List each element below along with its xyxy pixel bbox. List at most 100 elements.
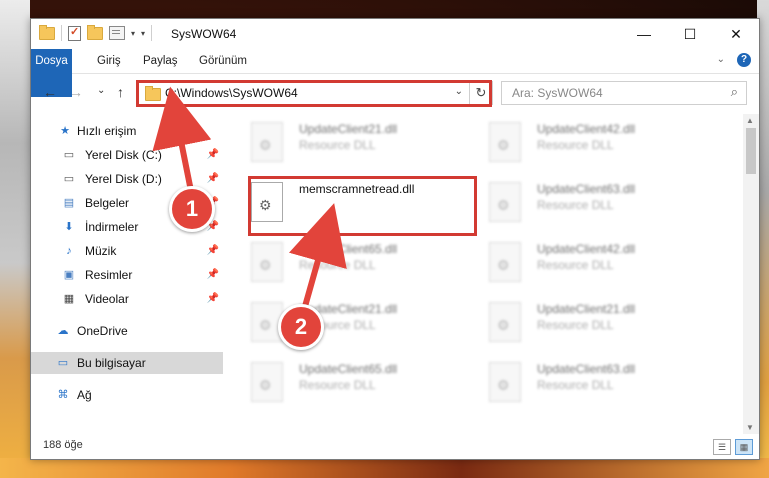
file-name: UpdateClient21.dll (537, 302, 636, 316)
close-button[interactable]: ✕ (713, 19, 759, 49)
dll-file-icon (489, 362, 521, 402)
tab-view[interactable]: Görünüm (191, 49, 255, 73)
scroll-down-icon[interactable]: ▼ (746, 423, 754, 432)
file-item[interactable]: UpdateClient42.dll Resource DLL (489, 240, 709, 288)
music-icon: ♪ (66, 245, 72, 257)
tab-home[interactable]: Giriş (89, 49, 129, 73)
sidebar-item-onedrive[interactable]: ☁ OneDrive (31, 320, 223, 342)
toolbar-divider (151, 25, 153, 41)
dll-file-icon (489, 122, 521, 162)
sidebar-item-label: Hızlı erişim (77, 124, 137, 138)
back-button[interactable]: ← (43, 84, 57, 100)
file-type: Resource DLL (299, 258, 376, 272)
details-view-icon[interactable]: ☰ (713, 439, 731, 455)
dll-file-icon (489, 242, 521, 282)
dll-file-icon (489, 182, 521, 222)
file-item[interactable]: UpdateClient42.dll Resource DLL (489, 120, 709, 168)
undo-icon[interactable] (109, 26, 125, 40)
pin-icon[interactable]: 📌 (207, 168, 219, 190)
desktop-background-bottom (0, 458, 769, 478)
up-button[interactable]: ↑ (117, 84, 124, 100)
sidebar-item-network[interactable]: ⌘ Ağ (31, 384, 223, 406)
customize-toolbar-icon[interactable]: ▾ (141, 29, 145, 38)
dll-file-icon (489, 302, 521, 342)
address-bar-highlight (136, 80, 492, 107)
file-type: Resource DLL (299, 378, 376, 392)
minimize-button[interactable]: — (621, 19, 667, 49)
vertical-scrollbar[interactable]: ▲ ▼ (743, 114, 759, 434)
large-icons-view-icon[interactable]: ▦ (735, 439, 753, 455)
pin-icon[interactable]: 📌 (207, 264, 219, 286)
file-item[interactable]: UpdateClient65.dll Resource DLL (251, 240, 471, 288)
maximize-button[interactable]: ☐ (667, 19, 713, 49)
file-type: Resource DLL (537, 318, 614, 332)
desktop-background-left (0, 0, 30, 478)
pictures-icon: ▣ (63, 269, 75, 281)
pin-icon[interactable]: 📌 (207, 144, 219, 166)
search-input[interactable]: Ara: SysWOW64 ⌕ (501, 81, 747, 105)
search-placeholder: Ara: SysWOW64 (512, 86, 603, 100)
step-1-badge: 1 (169, 186, 215, 232)
sidebar-item-label: Resimler (85, 268, 133, 282)
status-bar: 188 öğe ☰ ▦ (31, 435, 759, 459)
scrollbar-thumb[interactable] (746, 128, 756, 174)
star-icon: ★ (60, 125, 70, 137)
videos-icon: ▦ (63, 293, 75, 305)
toolbar-divider (61, 25, 62, 41)
pin-icon[interactable]: 📌 (207, 240, 219, 262)
forward-button[interactable]: → (69, 84, 83, 100)
sidebar-item-this-pc[interactable]: ▭ Bu bilgisayar (31, 352, 223, 374)
file-name: UpdateClient21.dll (299, 122, 398, 136)
sidebar-item-label: Yerel Disk (C:) (85, 148, 162, 162)
cloud-icon: ☁ (57, 325, 69, 337)
sidebar-item-label: Bu bilgisayar (77, 356, 146, 370)
file-name: UpdateClient65.dll (299, 242, 398, 256)
file-item[interactable]: UpdateClient63.dll Resource DLL (489, 180, 709, 228)
drive-icon: ▭ (63, 149, 75, 161)
scroll-up-icon[interactable]: ▲ (746, 116, 754, 125)
file-highlight (248, 176, 477, 236)
item-count: 188 öğe (43, 439, 83, 451)
sidebar-item-quick-access[interactable]: ★ Hızlı erişim (31, 120, 223, 142)
sidebar-item-label: Müzik (85, 244, 117, 258)
pin-icon[interactable]: 📌 (207, 288, 219, 310)
dll-file-icon (251, 242, 283, 282)
file-name: UpdateClient42.dll (537, 122, 636, 136)
window-title: SysWOW64 (171, 27, 237, 41)
recent-locations-button[interactable]: ⌄ (97, 85, 105, 96)
tab-share[interactable]: Paylaş (135, 49, 186, 73)
drive-icon: ▭ (63, 173, 75, 185)
file-type: Resource DLL (537, 258, 614, 272)
search-icon[interactable]: ⌕ (731, 84, 738, 100)
sidebar-item-pictures[interactable]: ▣ Resimler 📌 (31, 264, 223, 286)
sidebar-item-videos[interactable]: ▦ Videolar 📌 (31, 288, 223, 310)
sidebar-item-label: Ağ (77, 388, 92, 402)
chevron-down-icon[interactable]: ▾ (131, 29, 135, 38)
title-bar: ▾ ▾ SysWOW64 — ☐ ✕ (31, 19, 759, 49)
sidebar-item-label: İndirmeler (85, 220, 139, 234)
navigation-pane: ★ Hızlı erişim ▭ Yerel Disk (C:) 📌 ▭ Yer… (31, 114, 223, 434)
sidebar-item-local-disk-c[interactable]: ▭ Yerel Disk (C:) 📌 (31, 144, 223, 166)
dll-file-icon (251, 362, 283, 402)
sidebar-item-music[interactable]: ♪ Müzik 📌 (31, 240, 223, 262)
file-list: UpdateClient21.dll Resource DLL UpdateCl… (231, 114, 743, 434)
sidebar-item-label: Belgeler (85, 196, 130, 210)
network-icon: ⌘ (57, 389, 69, 401)
help-icon[interactable]: ? (737, 53, 751, 67)
file-item[interactable]: UpdateClient65.dll Resource DLL (251, 360, 471, 408)
new-folder-icon[interactable] (87, 24, 103, 40)
file-item[interactable]: UpdateClient21.dll Resource DLL (489, 300, 709, 348)
file-item[interactable]: UpdateClient63.dll Resource DLL (489, 360, 709, 408)
properties-icon[interactable] (68, 25, 81, 41)
file-item[interactable]: UpdateClient21.dll Resource DLL (251, 120, 471, 168)
file-name: UpdateClient63.dll (537, 182, 636, 196)
file-type: Resource DLL (537, 198, 614, 212)
expand-ribbon-icon[interactable]: ⌄ (717, 54, 725, 65)
documents-icon: ▤ (63, 197, 75, 209)
sidebar-item-label: Yerel Disk (D:) (85, 172, 162, 186)
file-name: UpdateClient65.dll (299, 362, 398, 376)
file-name: UpdateClient42.dll (537, 242, 636, 256)
dll-file-icon (251, 122, 283, 162)
ribbon-tabs: Dosya Giriş Paylaş Görünüm ⌄ ? (31, 49, 759, 97)
sidebar-item-label: OneDrive (77, 324, 128, 338)
